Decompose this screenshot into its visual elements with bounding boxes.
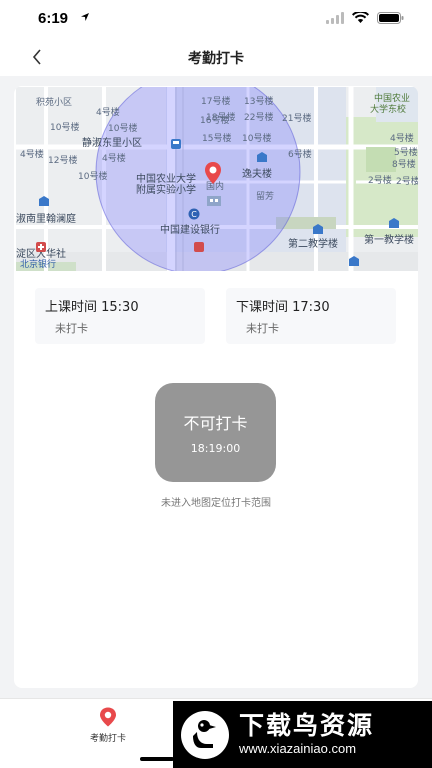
- map-label: 淑南里翰澜庭: [16, 214, 76, 225]
- map-label: 17号楼: [201, 97, 231, 107]
- status-time: 6:19: [38, 10, 69, 27]
- school-icon: [39, 196, 49, 206]
- map-label: 10号楼: [242, 134, 272, 144]
- class-start-time: 上课时间 15:30: [45, 300, 139, 315]
- signal-icon: [326, 12, 344, 24]
- status-icons: [326, 12, 404, 24]
- map-label: 4号楼: [96, 108, 120, 118]
- watermark-text: 下载鸟资源 www.xiazainiao.com: [239, 710, 375, 758]
- map-label: 北京银行: [20, 260, 57, 270]
- building-icon: [207, 196, 221, 206]
- location-arrow-icon: [81, 13, 89, 21]
- punch-button-label: 不可打卡: [183, 414, 248, 433]
- tab-punch[interactable]: 考勤打卡: [80, 707, 136, 744]
- class-end-box: 下课时间 17:30 未打卡: [226, 288, 396, 344]
- map-label: 8号楼: [392, 160, 416, 170]
- status-bar: 6:19: [0, 0, 432, 40]
- shop-icon: [194, 242, 204, 252]
- map-label: 10号楼: [50, 123, 80, 133]
- map-label: 4号楼: [102, 154, 126, 164]
- watermark-banner: 下载鸟资源 www.xiazainiao.com: [173, 701, 432, 768]
- page-title: 考勤打卡: [188, 51, 244, 67]
- map-label: 留芳: [256, 192, 275, 202]
- class-start-status: 未打卡: [55, 322, 88, 335]
- map-label: 附属实验小学: [136, 185, 196, 196]
- map-label: 积苑小区: [36, 98, 73, 108]
- school-icon: [349, 256, 359, 266]
- map-label: 12号楼: [48, 156, 78, 166]
- map-label: 第一教学楼: [364, 235, 414, 246]
- map-label: 10号楼: [78, 172, 108, 182]
- punch-button-time: 18:19:00: [190, 442, 241, 455]
- wifi-icon: [352, 12, 369, 23]
- battery-icon: [377, 12, 404, 24]
- class-start-box: 上课时间 15:30 未打卡: [35, 288, 205, 344]
- range-hint: 未进入地图定位打卡范围: [161, 498, 271, 509]
- bird-logo-icon: [181, 710, 229, 759]
- bank-icon: C: [188, 208, 200, 220]
- map-label: 6号楼: [288, 150, 312, 160]
- map-label: 4号楼: [20, 150, 44, 160]
- map-label: 4号楼: [390, 134, 414, 144]
- location-marker-icon: [205, 162, 221, 184]
- svg-text:C: C: [191, 210, 197, 219]
- school-icon: [257, 152, 267, 162]
- map-view[interactable]: 积苑小区 4号楼 10号楼 10号楼 静淑东里小区 4号楼 12号楼 4号楼 1…: [16, 87, 418, 271]
- map-label: 10号楼: [108, 124, 138, 134]
- main-card: 积苑小区 4号楼 10号楼 10号楼 静淑东里小区 4号楼 12号楼 4号楼 1…: [14, 86, 418, 688]
- school-icon: [313, 224, 323, 234]
- class-end-status: 未打卡: [246, 322, 279, 335]
- map-label: 大学东校: [370, 105, 407, 115]
- map-label: 静淑东里小区: [82, 138, 142, 149]
- map-label: 22号楼: [244, 113, 274, 123]
- bus-stop-icon: [171, 139, 181, 149]
- class-end-time: 下课时间 17:30: [236, 300, 330, 315]
- map-label: 中国建设银行: [160, 225, 220, 236]
- map-label: 15号楼: [202, 134, 232, 144]
- hospital-icon: [36, 242, 46, 252]
- bird-logo-graphic: [193, 719, 216, 748]
- map-label: 逸夫楼: [242, 169, 272, 180]
- watermark-url: www.xiazainiao.com: [239, 740, 357, 756]
- location-pin-icon: [100, 707, 116, 727]
- map-label: 2号楼: [368, 176, 392, 186]
- map-label: 第二教学楼: [288, 239, 338, 250]
- nav-bar: 考勤打卡: [0, 40, 432, 76]
- home-indicator: [140, 757, 174, 761]
- map-label: 2号楼: [396, 177, 418, 187]
- tab-punch-label: 考勤打卡: [89, 734, 126, 744]
- school-icon: [389, 218, 399, 228]
- map-label: 21号楼: [282, 114, 312, 124]
- map-label: 13号楼: [244, 97, 274, 107]
- map-label: 16号楼: [200, 116, 230, 126]
- watermark-name: 下载鸟资源: [239, 710, 375, 740]
- punch-button[interactable]: 不可打卡 18:19:00: [155, 383, 276, 482]
